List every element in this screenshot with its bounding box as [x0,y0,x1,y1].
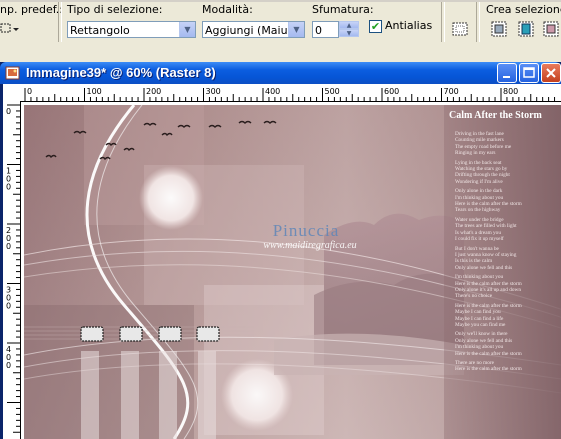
ruler-label: 100 [87,87,102,96]
separator [441,2,445,42]
selection-from-layer-icon[interactable] [490,20,508,38]
ruler-label: 600 [384,87,399,96]
image-window: Immagine39* @ 60% (Raster 8) 0 100 200 300 4… [0,62,561,439]
selection-type-value: Rettangolo [70,24,130,37]
poem-line: Tears on the highway [455,207,501,214]
selection-type-label: Tipo di selezione: [67,3,163,16]
ruler-label: 300 [206,87,221,96]
minimize-button[interactable] [497,63,517,83]
horizontal-ruler[interactable]: 0 100 200 300 400 500 600 700 800 [20,84,561,102]
separator [58,2,62,42]
document-area: 0 100 200 300 400 500 600 700 800 0 100 200 300 400 [3,84,561,439]
ruler-label: 400 [265,87,280,96]
preset-label: np. predef.: [0,3,64,16]
maximize-button[interactable] [519,63,539,83]
ruler-label: 0 [6,302,11,311]
poem-line: There's no choice [455,293,493,300]
tool-options-bar: np. predef.: Tipo di selezione: Rettango… [0,0,561,57]
antialias-checkbox[interactable]: ✔ [369,20,382,33]
ruler-label: 0 [6,242,11,251]
window-title: Immagine39* @ 60% (Raster 8) [26,65,216,80]
chevron-down-icon[interactable]: ▼ [179,22,195,37]
watermark-title: Pinuccia [272,221,340,240]
poem-text: Driving in the fast lane Counting mile ma… [455,131,559,431]
selection-from-mask-icon[interactable] [517,20,535,38]
mode-label: Modalità: [202,3,253,16]
watermark-url: www.maidiregrafica.eu [263,240,357,251]
ruler-label: 0 [6,361,11,370]
vertical-ruler[interactable]: 0100200300400 [3,101,21,439]
poem-line: Wondering if I'm alive [455,178,503,185]
selection-type-dropdown[interactable]: Rettangolo ▼ [67,21,196,38]
poem-line: Only alone we fell and this [455,264,513,271]
ruler-corner [3,84,21,102]
preset-selection-icon[interactable] [0,20,20,38]
close-button[interactable] [541,63,561,83]
minimize-icon [503,76,510,78]
poem-line: Ringing in my ears [455,150,496,157]
title-bar[interactable]: Immagine39* @ 60% (Raster 8) [0,62,561,84]
selection-from-image-icon[interactable] [542,20,560,38]
ruler-label: 700 [444,87,459,96]
ruler-label: 800 [503,87,518,96]
poem-line: I could fix it up myself [455,236,504,243]
feather-label: Sfumatura: [312,3,374,16]
ruler-label: 500 [325,87,340,96]
spin-down-icon[interactable]: ▼ [339,29,359,37]
antialias-label: Antialias [385,19,433,32]
separator [476,2,480,42]
maximize-icon [523,67,535,78]
spin-up-icon[interactable]: ▲ [339,21,359,29]
horizontal-ruler-ticks: 0 100 200 300 400 500 600 700 800 [24,87,556,101]
feather-spinner[interactable]: ▲ ▼ [339,21,359,38]
vertical-ruler-ticks: 0100200300400 [6,104,20,433]
feather-value: 0 [315,24,322,37]
poem-line: Maybe you can find me [455,321,506,328]
ruler-label: 0 [6,107,11,116]
ruler-label: 200 [146,87,161,96]
close-icon [546,68,556,78]
image-canvas[interactable]: Pinuccia www.maidiregrafica.eu Calm Afte… [24,105,561,439]
chevron-down-icon[interactable]: ▼ [288,22,304,37]
poem-line: Here is the calm after the storm [455,350,522,357]
poem-line: Here is the calm after the storm [455,366,522,373]
feather-input[interactable]: 0 [312,21,339,38]
mode-dropdown[interactable]: Aggiungi (Maiusc) ▼ [202,21,305,38]
image-document-icon [5,65,21,81]
ruler-label: 0 [27,87,32,96]
poem-title: Calm After the Storm [449,110,542,121]
create-selection-label: Crea selezione da: [486,3,561,16]
ruler-label: 0 [6,183,11,192]
selection-marquee-icon[interactable] [451,20,469,38]
